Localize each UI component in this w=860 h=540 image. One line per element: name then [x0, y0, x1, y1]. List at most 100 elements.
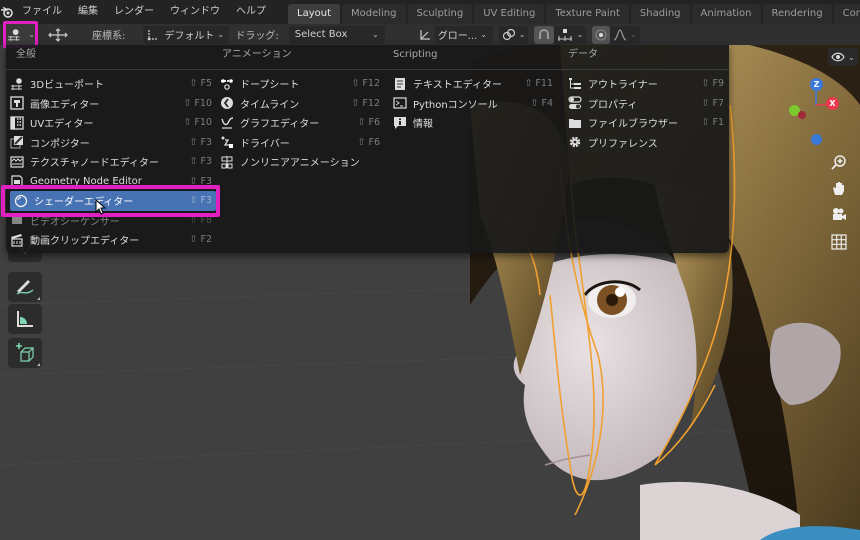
tool-add-cube[interactable]: [8, 338, 42, 368]
menu-render[interactable]: レンダー: [106, 0, 162, 24]
tab-texture-paint[interactable]: Texture Paint: [546, 4, 629, 24]
menu-help[interactable]: ヘルプ: [228, 0, 274, 24]
gizmo-neg-x-axis[interactable]: [798, 111, 806, 119]
menu-item-dopesheet[interactable]: ドープシート ⇧ F12: [220, 74, 384, 94]
chevron-down-icon: ⌄: [480, 30, 487, 39]
compositor-icon: [10, 135, 24, 149]
menu-item-drivers[interactable]: ドライバー ⇧ F6: [220, 133, 384, 153]
menu-divider: [6, 69, 729, 70]
add-cube-icon: [16, 343, 34, 362]
menu-item-python-console[interactable]: Pythonコンソール ⇧ F4: [393, 94, 557, 114]
menu-item-outliner[interactable]: アウトライナー ⇧ F9: [568, 74, 728, 94]
link-icon: [502, 28, 515, 40]
menu-item-movie-clip-editor[interactable]: 動画クリップエディター ⇧ F2: [10, 230, 216, 250]
chevron-down-icon: ⌄: [28, 30, 35, 39]
viewport-3d-icon: [10, 77, 24, 91]
magnet-icon: [539, 28, 550, 39]
menu-item-text-editor[interactable]: テキストエディター ⇧ F11: [393, 74, 557, 94]
shortcut-label: ⇧ F11: [524, 78, 553, 90]
menu-item-properties[interactable]: プロパティ ⇧ F7: [568, 94, 728, 114]
shortcut-label: ⇧ F5: [189, 78, 213, 90]
menu-edit[interactable]: 編集: [70, 0, 106, 24]
mouse-cursor-icon: [95, 199, 107, 215]
snap-toggle[interactable]: [534, 25, 555, 44]
move-arrows-icon: [48, 27, 68, 42]
transform-orientation-dropdown[interactable]: グロー... ⌄: [434, 25, 493, 44]
menu-item-3d-viewport[interactable]: 3Dビューポート ⇧ F5: [10, 74, 216, 94]
shortcut-label: ⇧ F7: [701, 97, 725, 109]
gizmo-z-axis[interactable]: Z: [810, 78, 823, 91]
tab-layout[interactable]: Layout: [288, 4, 340, 24]
tool-annotate[interactable]: [8, 272, 42, 302]
tab-rendering[interactable]: Rendering: [762, 4, 832, 24]
menu-item-compositor[interactable]: コンポジター ⇧ F3: [10, 133, 216, 153]
tab-sculpting[interactable]: Sculpting: [407, 4, 473, 24]
chevron-down-icon: ⌄: [848, 52, 855, 62]
zoom-view-button[interactable]: [828, 151, 850, 173]
snap-target-dropdown[interactable]: ⌄: [554, 25, 587, 44]
shortcut-label: ⇧ F10: [183, 117, 212, 129]
shortcut-label: ⇧ F2: [189, 234, 213, 246]
tab-uv-editing[interactable]: UV Editing: [474, 4, 545, 24]
tab-compositing[interactable]: Compositing: [833, 4, 860, 24]
menu-item-nla[interactable]: ノンリニアアニメーション: [220, 152, 384, 172]
menu-item-label: テクスチャノードエディター: [30, 158, 159, 170]
shortcut-label: ⇧ F3: [189, 136, 213, 148]
chevron-down-icon: ⌄: [518, 30, 526, 39]
axis-icon: [148, 29, 159, 40]
shortcut-label: ⇧ F10: [183, 97, 212, 109]
toggle-ortho-button[interactable]: [828, 231, 850, 253]
falloff-dropdown[interactable]: ⌄: [610, 25, 640, 44]
proportional-edit-toggle[interactable]: [592, 25, 611, 44]
image-editor-icon: [10, 96, 24, 110]
viewport-visibility-dropdown[interactable]: ⌄: [828, 48, 858, 66]
menu-item-label: コンポジター: [30, 138, 90, 150]
column-title-animation: アニメーション: [222, 49, 292, 60]
menu-item-texture-node-editor[interactable]: テクスチャノードエディター ⇧ F3: [10, 152, 216, 172]
menu-item-graph-editor[interactable]: グラフエディター ⇧ F6: [220, 113, 384, 133]
editor-type-button[interactable]: ⌄: [3, 21, 38, 48]
menu-item-uv-editor[interactable]: UVエディター ⇧ F10: [10, 113, 216, 133]
gizmo-x-axis[interactable]: X: [826, 97, 839, 110]
tab-modeling[interactable]: Modeling: [342, 4, 406, 24]
menu-item-preferences[interactable]: プリファレンス: [568, 133, 728, 153]
transform-orientation-value: グロー...: [437, 31, 478, 42]
orientation-dropdown[interactable]: デフォルト ⌄: [143, 25, 230, 44]
menu-item-label: プリファレンス: [588, 138, 658, 150]
nla-icon: [220, 155, 234, 169]
column-title-scripting: Scripting: [393, 49, 438, 60]
tab-shading[interactable]: Shading: [630, 4, 690, 24]
orientation-value: デフォルト: [164, 31, 215, 42]
shortcut-label: ⇧ F6: [357, 117, 381, 129]
drag-dropdown[interactable]: Select Box ⌄: [288, 25, 385, 44]
chevron-down-icon: ⌄: [630, 30, 637, 39]
tool-measure[interactable]: [8, 304, 42, 334]
menu-item-timeline[interactable]: タイムライン ⇧ F12: [220, 94, 384, 114]
transform-orientation-icon[interactable]: [415, 26, 435, 44]
shortcut-label: ⇧ F1: [701, 117, 725, 129]
drag-label: ドラッグ:: [235, 31, 279, 42]
pan-view-button[interactable]: [828, 177, 850, 199]
navigation-gizmo[interactable]: Z X: [785, 75, 860, 150]
gear-icon: [568, 135, 582, 149]
transform-gizmo-button[interactable]: [44, 26, 72, 44]
tab-animation[interactable]: Animation: [691, 4, 761, 24]
workspace-tabs: Layout Modeling Sculpting UV Editing Tex…: [288, 0, 860, 24]
pivot-point-dropdown[interactable]: ⌄: [498, 25, 529, 44]
gizmo-neg-z-axis[interactable]: [811, 134, 822, 145]
folder-icon: [568, 116, 582, 130]
chevron-down-icon: ⌄: [217, 30, 225, 39]
menu-item-image-editor[interactable]: 画像エディター ⇧ F10: [10, 94, 216, 114]
menu-item-label: 動画クリップエディター: [30, 236, 140, 248]
menu-window[interactable]: ウィンドウ: [162, 0, 228, 24]
orientation-label: 座標系:: [92, 31, 126, 42]
snap-increment-icon: [558, 28, 573, 41]
menu-item-label: ノンリニアアニメーション: [240, 158, 360, 170]
shortcut-label: ⇧ F12: [351, 97, 380, 109]
uv-editor-icon: [10, 116, 24, 130]
menu-item-file-browser[interactable]: ファイルブラウザー ⇧ F1: [568, 113, 728, 133]
measure-icon: [17, 311, 33, 327]
menu-item-info[interactable]: 情報: [393, 113, 557, 133]
camera-view-button[interactable]: [828, 204, 850, 226]
menu-column-data: データ: [562, 45, 726, 65]
